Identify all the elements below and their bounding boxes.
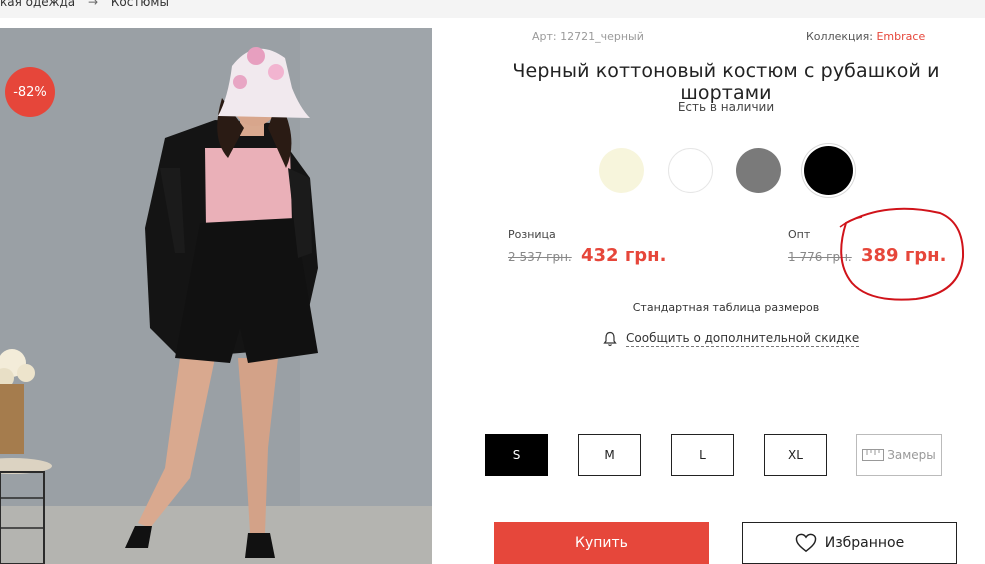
color-swatch-black[interactable] xyxy=(804,146,853,195)
favorites-label: Избранное xyxy=(824,535,905,551)
breadcrumb-separator: → xyxy=(87,0,99,9)
notify-discount-text: Сообщить о дополнительной скидке xyxy=(626,331,860,347)
annotation-circle xyxy=(839,207,965,301)
size-option-m[interactable]: M xyxy=(578,434,641,476)
heart-icon xyxy=(795,533,817,553)
size-option-s[interactable]: S xyxy=(485,434,548,476)
wholesale-label: Опт xyxy=(788,228,811,241)
product-photo[interactable]: -82% xyxy=(0,28,432,564)
size-option-xl[interactable]: XL xyxy=(764,434,827,476)
breadcrumb: кая одежда → Костюмы xyxy=(0,0,985,18)
favorites-button[interactable]: Избранное xyxy=(742,522,957,564)
notify-discount-link[interactable]: Сообщить о дополнительной скидке xyxy=(603,331,860,347)
collection-link[interactable]: Embrace xyxy=(876,30,925,43)
measurements-button[interactable]: Замеры xyxy=(856,434,942,476)
breadcrumb-item-current[interactable]: Костюмы xyxy=(111,0,169,9)
collection-label: Коллекция: xyxy=(806,30,873,43)
retail-label: Розница xyxy=(508,228,556,241)
bell-icon xyxy=(603,331,617,347)
color-swatch-white[interactable] xyxy=(668,148,713,193)
model-illustration xyxy=(0,28,432,564)
stock-status: Есть в наличии xyxy=(677,100,775,114)
buy-button[interactable]: Купить xyxy=(494,522,709,564)
retail-old-price: 2 537 грн. xyxy=(508,250,572,264)
product-title: Черный коттоновый костюм с рубашкой и шо… xyxy=(512,60,940,104)
color-swatch-cream[interactable] xyxy=(599,148,644,193)
size-table-link[interactable]: Стандартная таблица размеров xyxy=(476,301,976,314)
measurements-label: Замеры xyxy=(887,448,936,462)
collection-info: Коллекция: Embrace xyxy=(806,30,925,43)
discount-badge: -82% xyxy=(5,67,55,117)
retail-price: 432 грн. xyxy=(581,245,667,266)
ruler-icon xyxy=(862,449,885,461)
breadcrumb-item-category[interactable]: кая одежда xyxy=(0,0,75,9)
article-number: Арт: 12721_черный xyxy=(532,30,644,43)
color-swatch-gray[interactable] xyxy=(736,148,781,193)
size-option-l[interactable]: L xyxy=(671,434,734,476)
